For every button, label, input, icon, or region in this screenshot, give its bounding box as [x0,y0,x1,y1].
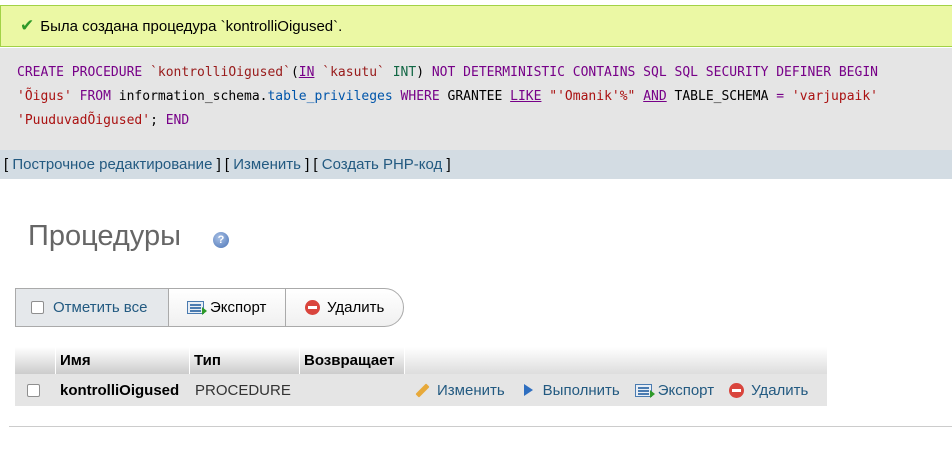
sql-token: 'PuuduvadÕigused' [17,113,151,128]
sql-token: NOT DETERMINISTIC CONTAINS SQL SQL SECUR… [431,65,878,80]
sql-token: 'Õigus' [17,89,72,104]
sql-token: LIKE [510,89,542,104]
sql-token: "'Omanik'%" [541,89,644,104]
sql-token: `kasutu` [314,65,393,80]
sql-query-box: CREATE PROCEDURE `kontrolliOigused`(IN `… [0,48,952,150]
delete-label: Удалить [751,381,809,399]
table-header: Имя Тип Возвращает [15,347,827,374]
inline-edit-link[interactable]: Построчное редактирование [12,156,212,173]
sql-line-3: 'PuuduvadÕigused'; END [17,113,189,128]
sql-token: 'varjupaik' [784,89,879,104]
execute-routine-link[interactable]: Выполнить [520,382,620,399]
play-icon [523,384,533,396]
pencil-icon [414,382,430,398]
column-header-name[interactable]: Имя [56,347,190,374]
success-message-text: Была создана процедура `kontrolliOigused… [40,17,343,35]
sql-token: WHERE [392,89,448,104]
sql-token: ( [290,65,299,80]
routine-type: PROCEDURE [195,381,291,399]
export-icon [187,301,207,315]
table-row: kontrolliOigused PROCEDURE Изменить Выпо… [15,374,827,406]
routines-table: Имя Тип Возвращает kontrolliOigused PROC… [15,347,827,406]
export-button[interactable]: Экспорт [169,289,286,326]
page-title: Процедуры [28,220,181,252]
sql-token: = [776,89,785,104]
success-message: ✔ Была создана процедура `kontrolliOigus… [0,5,952,47]
check-all-button[interactable]: Отметить все [16,289,169,326]
sql-line-1: CREATE PROCEDURE `kontrolliOigused`(IN `… [17,65,878,80]
export-routine-link[interactable]: Экспорт [634,381,715,399]
column-header-returns[interactable]: Возвращает [300,347,405,374]
delete-routine-link[interactable]: Удалить [729,382,808,399]
edit-query-link[interactable]: Изменить [233,156,301,173]
sql-token: ; [150,113,166,128]
column-header-type[interactable]: Тип [190,347,300,374]
divider [9,426,952,427]
routine-returns [300,374,405,406]
export-icon [634,383,655,398]
sql-token: AND [643,89,667,104]
row-checkbox[interactable] [27,383,40,397]
sql-token: ) [416,65,432,80]
bulk-action-bar: Отметить все Экспорт Удалить [15,288,404,327]
edit-routine-link[interactable]: Изменить [414,382,505,399]
sql-tools-bar: [ Построчное редактирование ] [ Изменить… [0,150,952,179]
sql-token: END [165,113,190,128]
delete-label: Удалить [327,299,385,316]
export-label: Экспорт [657,381,715,399]
execute-label: Выполнить [542,381,620,399]
sql-token: CREATE PROCEDURE [17,65,151,80]
delete-button[interactable]: Удалить [286,289,403,326]
export-label: Экспорт [210,299,267,316]
sql-token: IN [298,65,315,80]
sql-token: TABLE_SCHEMA [666,89,777,104]
delete-icon [729,382,745,398]
create-php-code-link[interactable]: Создать PHP-код [322,156,443,173]
check-icon: ✔ [20,16,35,35]
sql-line-2: 'Õigus' FROM information_schema.table_pr… [17,89,878,104]
help-icon[interactable]: ? [213,232,229,248]
edit-label: Изменить [437,381,505,399]
sql-token: `kontrolliOigused` [150,65,291,80]
delete-icon [305,300,320,315]
checkbox-icon[interactable] [31,301,44,314]
sql-token: table_privileges [267,89,393,104]
check-all-label: Отметить все [53,299,148,316]
sql-token: FROM [71,89,119,104]
sql-token: information_schema [118,89,260,104]
sql-token: GRANTEE [447,89,511,104]
sql-token: INT [392,65,417,80]
routine-name: kontrolliOigused [60,381,180,399]
row-actions: Изменить Выполнить Экспорт Удалить [405,374,827,406]
